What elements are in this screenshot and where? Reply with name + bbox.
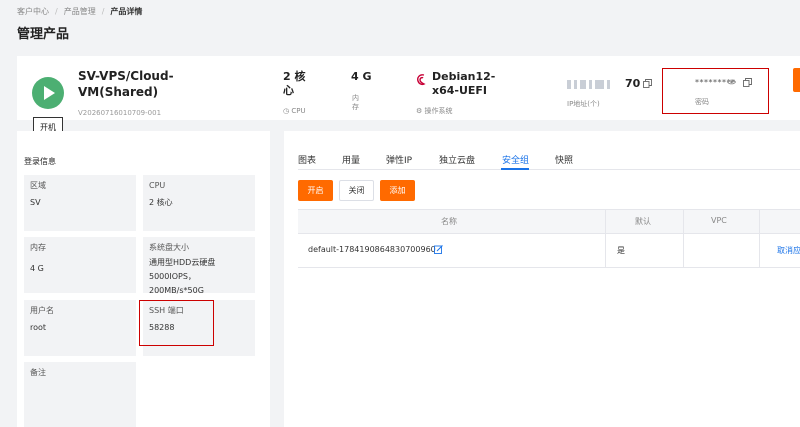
column-separator	[759, 234, 760, 268]
info-cell-memory: 内存 4 G	[24, 237, 136, 293]
info-key: 备注	[30, 368, 46, 377]
info-cell-region: 区域 SV	[24, 175, 136, 231]
tab-divider	[298, 169, 800, 170]
ip-address-suffix: 70	[625, 77, 641, 90]
info-cell-cpu: CPU 2 核心	[143, 175, 255, 231]
active-tab-indicator	[501, 168, 529, 170]
info-key: 系统盘大小	[149, 243, 189, 252]
info-key: CPU	[149, 181, 166, 190]
close-button[interactable]: 关闭	[339, 180, 374, 201]
info-value: SV	[30, 198, 41, 207]
breadcrumb-separator: /	[101, 7, 105, 16]
tab-chart[interactable]: 图表	[298, 153, 316, 166]
password-highlight	[662, 68, 769, 114]
tab-independent-disk[interactable]: 独立云盘	[439, 153, 475, 166]
column-separator	[683, 234, 684, 268]
gear-icon: ⚙	[416, 107, 423, 115]
column-header-name: 名称	[441, 217, 457, 226]
tab-security-group[interactable]: 安全组	[502, 153, 529, 166]
security-group-name: default-1784190864830700960	[308, 245, 436, 254]
os-value: Debian12-x64-UEFI	[432, 70, 496, 97]
info-key: 内存	[30, 243, 46, 252]
info-cell-remarks: 备注	[24, 362, 136, 427]
tab-elastic-ip[interactable]: 弹性IP	[386, 153, 412, 166]
cancel-apply-link[interactable]: 取消应	[777, 245, 800, 256]
info-value: 2 核心	[149, 198, 173, 207]
column-header-default: 默认	[635, 217, 651, 226]
tab-usage[interactable]: 用量	[342, 153, 360, 166]
product-name: SV-VPS/Cloud-VM(Shared)	[78, 69, 174, 99]
info-cell-system-disk: 系统盘大小 通用型HDD云硬盘 5000IOPS，200MB/s*50G	[143, 237, 255, 295]
debian-icon	[417, 74, 426, 86]
column-separator	[605, 210, 606, 234]
breadcrumb-separator: /	[55, 7, 58, 16]
edit-icon[interactable]	[434, 245, 443, 254]
copy-password-icon[interactable]	[743, 78, 752, 87]
cpu-value: 2 核心	[283, 70, 306, 97]
ip-label: IP地址(个)	[567, 100, 600, 108]
memory-label: 内存	[352, 94, 359, 111]
breadcrumb: 客户中心 / 产品管理 / 产品详情	[17, 6, 142, 17]
password-label: 密码	[695, 98, 709, 106]
memory-value: 4 G	[351, 70, 372, 83]
column-separator	[683, 210, 684, 234]
login-info-title: 登录信息	[24, 157, 56, 166]
os-label: ⚙ 操作系统	[416, 107, 453, 115]
power-on-button[interactable]	[32, 77, 64, 109]
info-value: root	[30, 323, 47, 332]
breadcrumb-product-detail: 产品详情	[110, 7, 143, 16]
add-button[interactable]: 添加	[380, 180, 415, 201]
page-title: 管理产品	[17, 27, 70, 42]
cpu-label: ◷ CPU	[283, 107, 306, 115]
eye-icon[interactable]	[727, 78, 736, 86]
action-button-edge[interactable]	[793, 68, 800, 92]
column-header-vpc: VPC	[711, 216, 727, 225]
product-id: V20260716010709-001	[78, 109, 162, 117]
ssh-port-highlight	[139, 300, 214, 346]
breadcrumb-product-management[interactable]: 产品管理	[64, 7, 96, 16]
info-cell-username: 用户名 root	[24, 300, 136, 356]
info-key: 区域	[30, 181, 46, 190]
info-value: 4 G	[30, 264, 44, 273]
info-key: 用户名	[30, 306, 54, 315]
clock-icon: ◷	[283, 107, 290, 115]
security-group-default: 是	[617, 246, 625, 255]
column-separator	[759, 210, 760, 234]
column-separator	[605, 234, 606, 268]
tab-snapshot[interactable]: 快照	[555, 153, 573, 166]
breadcrumb-customer-center[interactable]: 客户中心	[17, 7, 49, 16]
detail-panel	[284, 131, 800, 427]
ip-address-blurred	[567, 80, 619, 89]
copy-ip-icon[interactable]	[643, 79, 652, 88]
enable-button[interactable]: 开启	[298, 180, 333, 201]
info-value: 通用型HDD云硬盘 5000IOPS，200MB/s*50G	[149, 258, 216, 295]
